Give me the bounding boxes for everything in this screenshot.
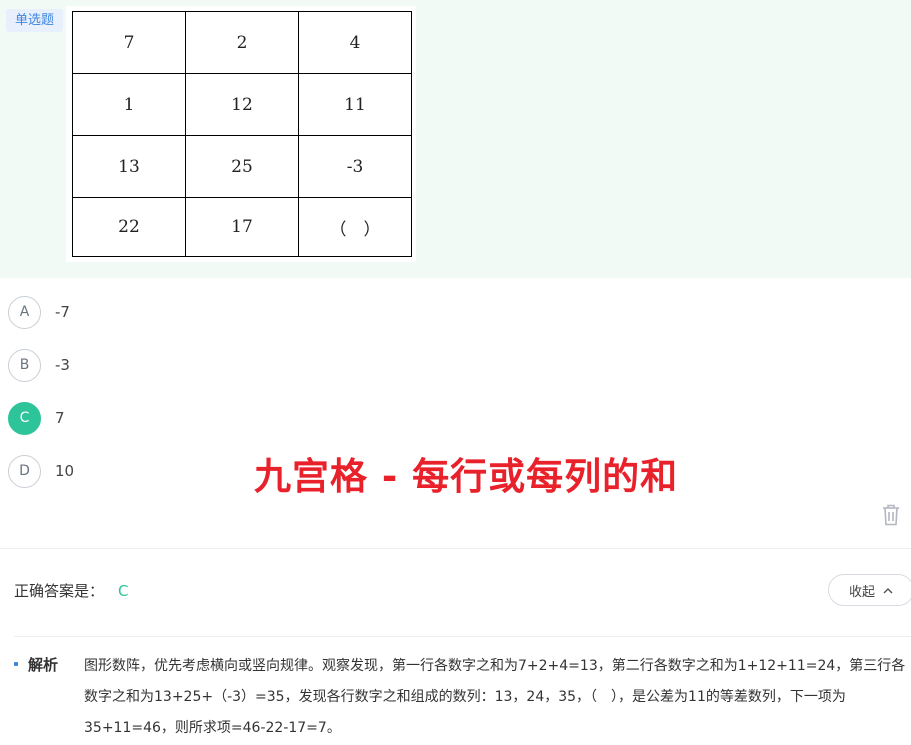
overlay-title: 九宫格 - 每行或每列的和	[254, 455, 679, 498]
question-type-tag: 单选题	[6, 9, 63, 32]
option-letter: C	[8, 401, 41, 435]
grid-cell: 11	[298, 73, 412, 136]
grid-row: 7 2 4	[72, 11, 412, 74]
option-d[interactable]: D 10	[8, 454, 208, 488]
grid-row: 1 12 11	[72, 73, 412, 136]
grid-cell: 12	[185, 73, 299, 136]
chevron-up-icon	[883, 587, 893, 593]
option-letter: A	[8, 295, 41, 329]
grid-cell-blank: （ ）	[298, 197, 412, 257]
number-grid: 7 2 4 1 12 11 13 25 -3 22 17 （ ）	[72, 11, 412, 257]
question-stem: 单选题 7 2 4 1 12 11 13 25 -3 22 17 （ ）	[0, 0, 911, 278]
option-text: -7	[55, 303, 70, 321]
divider	[14, 636, 911, 637]
grid-row: 13 25 -3	[72, 135, 412, 198]
bullet-icon	[14, 662, 18, 666]
grid-cell: 25	[185, 135, 299, 198]
grid-cell: 7	[72, 11, 186, 74]
correct-answer-value: C	[118, 581, 129, 600]
analysis-label: 解析	[28, 656, 59, 674]
number-grid-image: 7 2 4 1 12 11 13 25 -3 22 17 （ ）	[66, 6, 416, 262]
collapse-button[interactable]: 收起	[828, 574, 911, 606]
grid-cell: 2	[185, 11, 299, 74]
grid-cell: 4	[298, 11, 412, 74]
option-b[interactable]: B -3	[8, 348, 208, 382]
analysis-text: 图形数阵，优先考虑横向或竖向规律。观察发现，第一行各数字之和为7+2+4=13，…	[84, 658, 906, 736]
grid-row: 22 17 （ ）	[72, 197, 412, 257]
grid-cell: 1	[72, 73, 186, 136]
trash-icon[interactable]	[880, 503, 902, 527]
divider	[0, 548, 911, 549]
option-text: -3	[55, 356, 70, 374]
grid-cell: 13	[72, 135, 186, 198]
option-text: 7	[55, 409, 65, 427]
correct-answer: 正确答案是： C	[14, 580, 129, 601]
option-letter: B	[8, 348, 41, 382]
correct-answer-label: 正确答案是：	[14, 582, 105, 600]
option-a[interactable]: A -7	[8, 295, 208, 329]
option-letter: D	[8, 454, 41, 488]
grid-cell: 17	[185, 197, 299, 257]
option-c[interactable]: C 7	[8, 401, 208, 435]
option-text: 10	[55, 462, 75, 480]
grid-cell: 22	[72, 197, 186, 257]
collapse-button-label: 收起	[848, 584, 875, 600]
question-page: 单选题 7 2 4 1 12 11 13 25 -3 22 17 （ ） A -…	[0, 0, 911, 745]
grid-cell: -3	[298, 135, 412, 198]
